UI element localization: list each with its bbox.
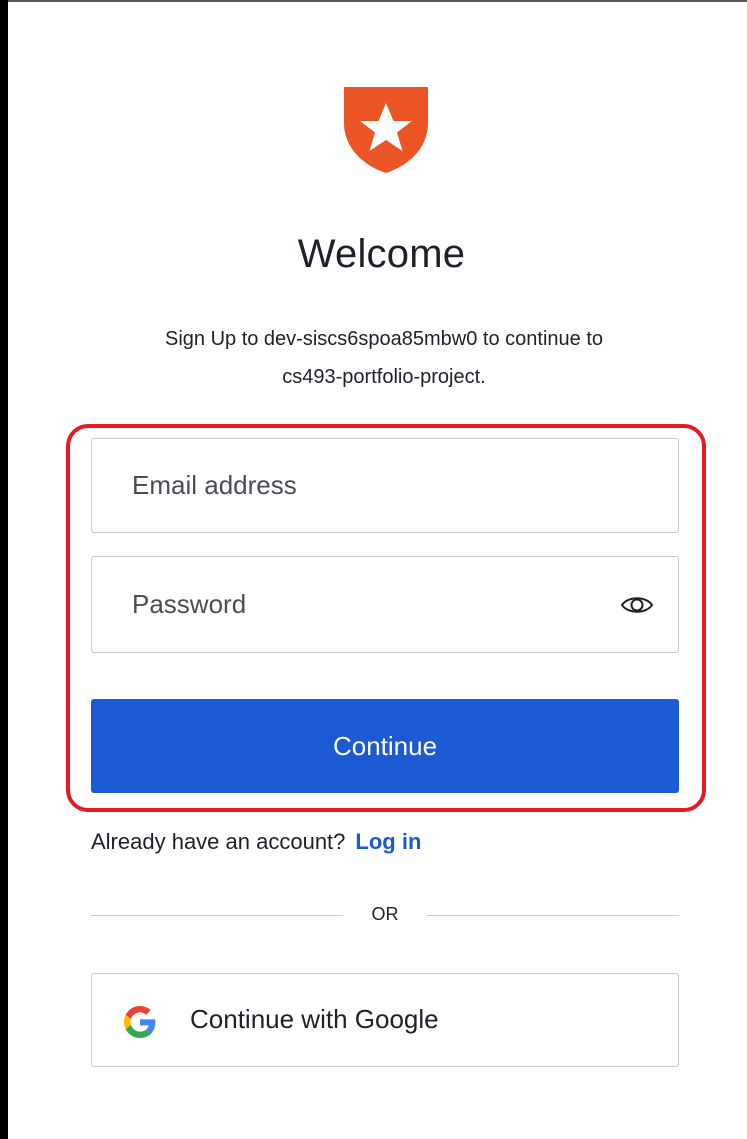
page-title: Welcome	[297, 232, 466, 276]
divider-line-left	[91, 915, 343, 916]
continue-with-google-button[interactable]: Continue with Google	[91, 973, 679, 1067]
divider-line-right	[427, 915, 679, 916]
highlight-annotation-box	[66, 424, 706, 812]
continue-with-google-label: Continue with Google	[190, 1004, 439, 1034]
login-link[interactable]: Log in	[355, 829, 421, 854]
page-subtitle: Sign Up to dev-siscs6spoa85mbw0 to conti…	[94, 320, 674, 396]
subtitle-line-2: cs493-portfolio-project.	[282, 366, 486, 388]
auth0-logo-icon	[344, 87, 428, 173]
window-left-border	[0, 0, 8, 1139]
subtitle-line-1: Sign Up to dev-siscs6spoa85mbw0 to conti…	[164, 328, 604, 350]
divider-label: OR	[371, 904, 399, 924]
google-g-icon	[124, 1006, 156, 1038]
login-prompt: Already have an account? Log in	[91, 829, 421, 855]
login-prompt-text: Already have an account?	[91, 829, 346, 854]
